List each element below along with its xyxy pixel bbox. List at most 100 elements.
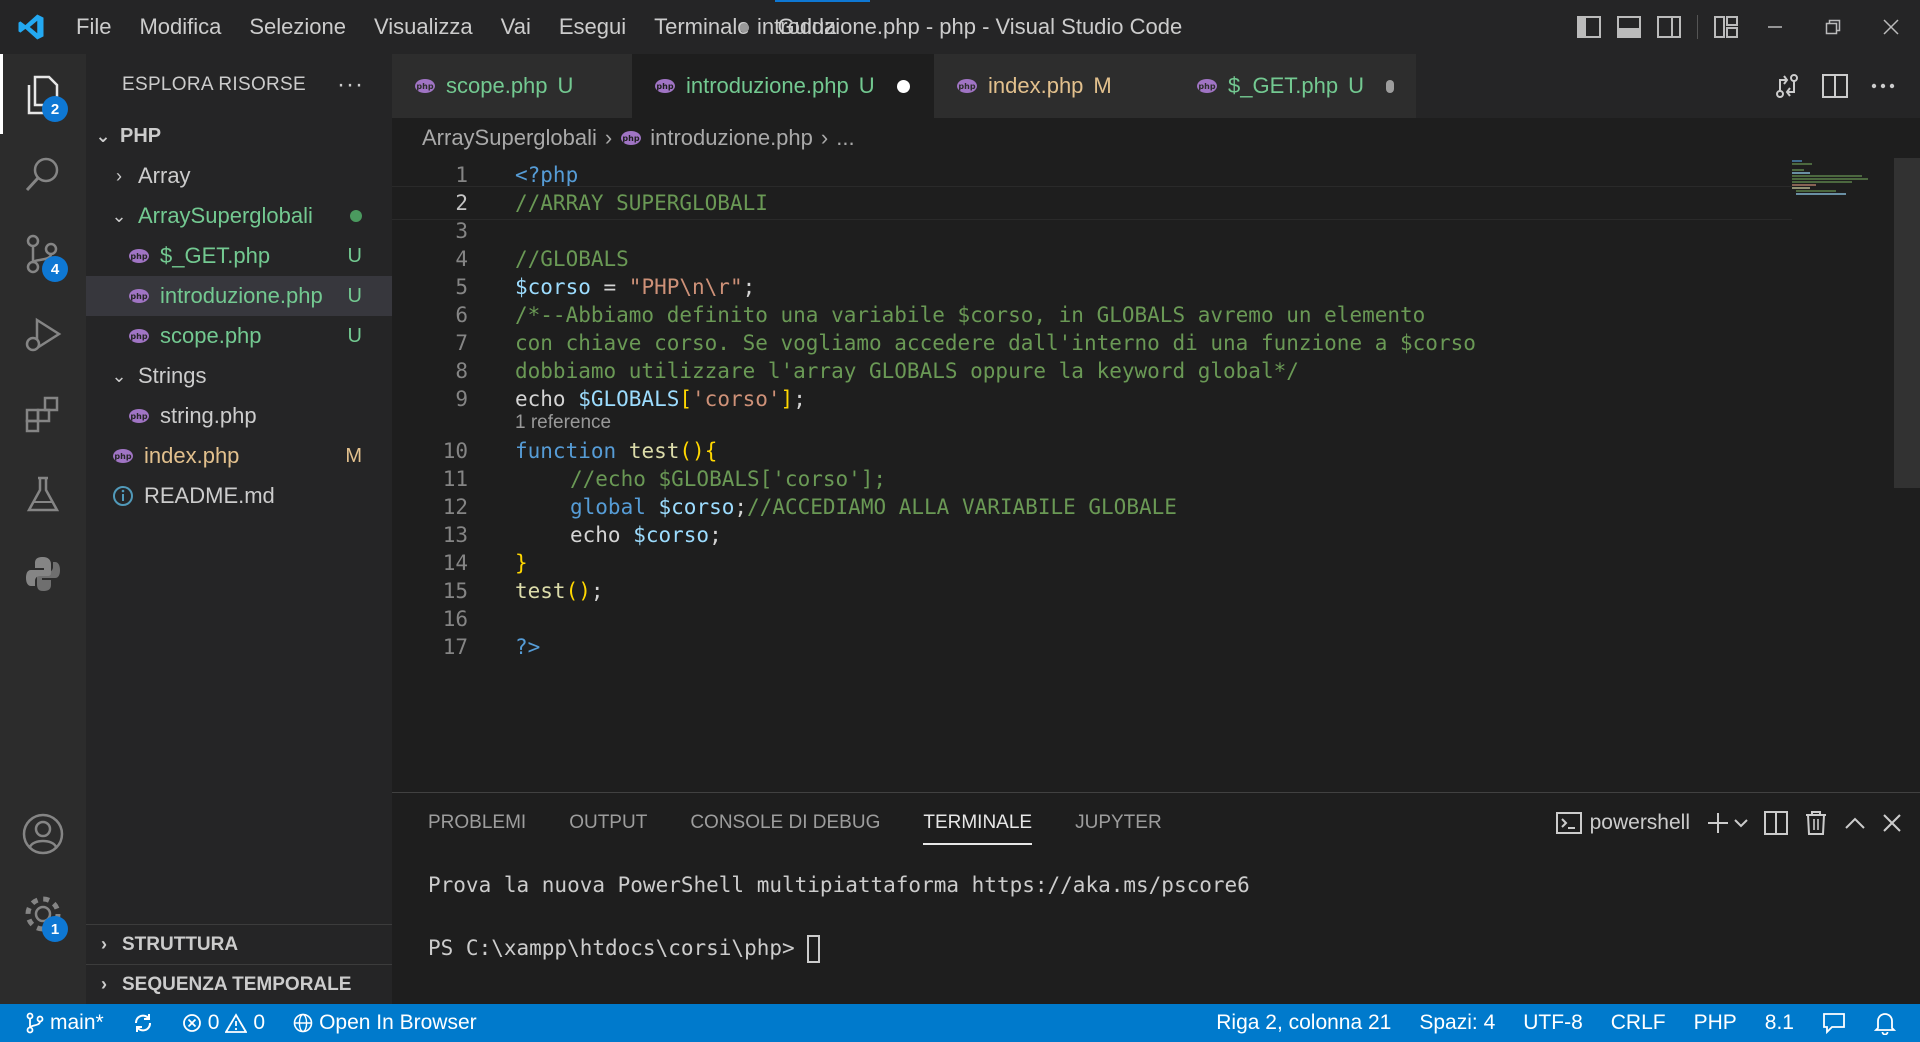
code-text: //echo $GLOBALS['corso']; [570, 467, 887, 491]
outline-section[interactable]: › STRUTTURA [86, 924, 392, 964]
tree-folder-strings[interactable]: ⌄ Strings [86, 356, 392, 396]
testing-icon[interactable] [0, 454, 86, 534]
code-keyword: function [515, 439, 617, 463]
status-bar: main* 0 0 Open In Browser Riga 2, colonn… [0, 1004, 1920, 1042]
encoding[interactable]: UTF-8 [1509, 1004, 1597, 1042]
svg-text:php: php [958, 82, 975, 91]
chevron-up-icon[interactable] [1844, 816, 1866, 830]
menu-terminal[interactable]: Terminale [640, 0, 763, 54]
breadcrumb-symbols[interactable]: ... [836, 125, 854, 151]
tree-file-get[interactable]: php $_GET.php U [86, 236, 392, 276]
chevron-down-icon: ⌄ [95, 125, 111, 146]
codelens-references[interactable]: 1 reference [515, 412, 611, 434]
unsaved-dot-icon[interactable] [1385, 79, 1394, 93]
menu-view[interactable]: Visualizza [360, 0, 487, 54]
tab-get[interactable]: php $_GET.php U [1174, 54, 1416, 118]
tree-item-label: ArraySuperglobali [138, 203, 313, 228]
run-debug-icon[interactable] [0, 294, 86, 374]
code-text: //GLOBALS [515, 247, 629, 271]
terminal-cursor [807, 935, 821, 963]
settings-gear-icon[interactable]: 1 [0, 874, 86, 954]
git-status-badge: U [347, 324, 362, 347]
breadcrumb-folder[interactable]: ArraySuperglobali [422, 125, 597, 151]
menu-help[interactable]: Guida [764, 0, 851, 54]
breadcrumb-file[interactable]: introduzione.php [650, 125, 813, 151]
tree-folder-arraysuperglobali[interactable]: ⌄ ArraySuperglobali [86, 196, 392, 236]
php-file-icon: php [128, 325, 156, 347]
tree-file-readme[interactable]: README.md [86, 476, 392, 516]
code-text: /*--Abbiamo definito una variabile $cors… [515, 303, 1426, 327]
info-icon [112, 485, 140, 507]
tab-index[interactable]: php index.php M [934, 54, 1174, 118]
tree-file-introduzione[interactable]: php introduzione.php U [86, 276, 392, 316]
menu-edit[interactable]: Modifica [125, 0, 235, 54]
account-icon[interactable] [0, 794, 86, 874]
split-terminal-icon[interactable] [1764, 811, 1788, 835]
tree-file-string[interactable]: php string.php [86, 396, 392, 436]
indentation[interactable]: Spazi: 4 [1405, 1004, 1509, 1042]
customize-layout-icon[interactable] [1706, 0, 1746, 54]
tab-status: U [858, 73, 875, 98]
python-icon[interactable] [0, 534, 86, 614]
tab-output[interactable]: OUTPUT [569, 793, 647, 853]
editor-scrollbar[interactable] [1894, 158, 1920, 488]
cursor-position[interactable]: Riga 2, colonna 21 [1202, 1004, 1405, 1042]
menu-go[interactable]: Vai [487, 0, 545, 54]
svg-text:php: php [130, 252, 147, 261]
sync-button[interactable] [118, 1004, 168, 1042]
code-editor[interactable]: 1 <?php 2 //ARRAY SUPERGLOBALI 3 4 //GLO… [392, 158, 1920, 792]
timeline-section[interactable]: › SEQUENZA TEMPORALE [86, 964, 392, 1004]
extensions-icon[interactable] [0, 374, 86, 454]
notifications-bell-icon[interactable] [1860, 1004, 1910, 1042]
toggle-secondary-sidebar-icon[interactable] [1649, 0, 1689, 54]
tab-jupyter[interactable]: JUPYTER [1075, 793, 1162, 853]
close-panel-icon[interactable] [1882, 813, 1902, 833]
menu-selection[interactable]: Selezione [235, 0, 360, 54]
tree-root-php[interactable]: ⌄ PHP [86, 116, 392, 156]
tab-terminal[interactable]: TERMINALE [923, 793, 1032, 853]
menu-run[interactable]: Esegui [545, 0, 640, 54]
trash-icon[interactable] [1804, 810, 1828, 836]
tree-item-label: string.php [160, 403, 257, 428]
restore-icon[interactable] [1804, 0, 1862, 54]
toggle-sidebar-icon[interactable] [1569, 0, 1609, 54]
branch-status[interactable]: main* [0, 1004, 118, 1042]
tree-file-scope[interactable]: php scope.php U [86, 316, 392, 356]
language-mode[interactable]: PHP [1680, 1004, 1751, 1042]
tab-introduzione[interactable]: php introduzione.php U [632, 54, 934, 118]
new-terminal-button[interactable] [1706, 811, 1748, 835]
search-icon[interactable] [0, 134, 86, 214]
chevron-down-icon[interactable] [1734, 818, 1748, 828]
minimize-icon[interactable] [1746, 0, 1804, 54]
code-function: test [515, 579, 566, 603]
tab-scope[interactable]: php scope.php U [392, 54, 632, 118]
warning-count: 0 [253, 1011, 266, 1034]
end-of-line[interactable]: CRLF [1597, 1004, 1680, 1042]
close-window-icon[interactable] [1862, 0, 1920, 54]
tab-status: M [1093, 73, 1112, 98]
tab-debug-console[interactable]: CONSOLE DI DEBUG [690, 793, 880, 853]
open-in-browser-label: Open In Browser [319, 1011, 477, 1034]
open-in-browser-button[interactable]: Open In Browser [279, 1004, 491, 1042]
tab-problems[interactable]: PROBLEMI [428, 793, 526, 853]
explorer-icon[interactable]: 2 [0, 54, 86, 134]
source-control-icon[interactable]: 4 [0, 214, 86, 294]
terminal-profile[interactable]: powershell [1555, 811, 1690, 835]
compare-changes-icon[interactable] [1770, 69, 1804, 103]
more-actions-icon[interactable] [1866, 69, 1900, 103]
split-editor-icon[interactable] [1818, 69, 1852, 103]
more-actions-icon[interactable]: ··· [337, 71, 364, 99]
line-number: 4 [455, 247, 468, 271]
feedback-icon[interactable] [1808, 1004, 1860, 1042]
problems-status[interactable]: 0 0 [168, 1004, 279, 1042]
unsaved-dot-icon[interactable] [896, 79, 910, 93]
tree-file-index[interactable]: php index.php M [86, 436, 392, 476]
menu-file[interactable]: File [62, 0, 125, 54]
toggle-panel-icon[interactable] [1609, 0, 1649, 54]
php-version[interactable]: 8.1 [1751, 1004, 1808, 1042]
minimap[interactable] [1790, 158, 1890, 198]
code-text: ?> [515, 635, 541, 659]
folder-changes-dot [350, 210, 362, 222]
terminal-output[interactable]: Prova la nuova PowerShell multipiattafor… [428, 873, 1250, 969]
tree-folder-array[interactable]: › Array [86, 156, 392, 196]
